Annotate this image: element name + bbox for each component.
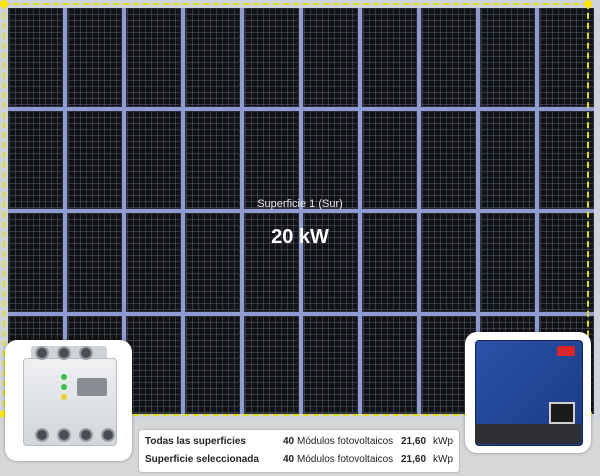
pv-module[interactable] [480,8,535,107]
summary-row-all: Todas las superficies 40 Módulos fotovol… [145,436,455,452]
surface-label: Superficie 1 (Sur) [257,198,343,210]
energy-meter-card[interactable] [5,340,132,461]
pv-module[interactable] [126,110,181,209]
pv-module[interactable] [303,110,358,209]
pv-module[interactable] [185,315,240,414]
summary-modules-label: Módulos fotovoltaicos [297,454,394,465]
summary-kwp-unit: kWp [433,454,453,465]
pv-module[interactable] [539,110,594,209]
pv-module[interactable] [8,8,63,107]
summary-modules-label: Módulos fotovoltaicos [297,436,394,447]
pv-module[interactable] [67,110,122,209]
solar-inverter-icon [465,332,591,453]
pv-module[interactable] [362,315,417,414]
summary-count: 40 [283,436,295,447]
pv-module[interactable] [303,315,358,414]
summary-name: Superficie seleccionada [145,454,259,465]
summary-table: Todas las superficies 40 Módulos fotovol… [139,430,459,472]
pv-module[interactable] [421,110,476,209]
inverter-card[interactable] [465,332,591,453]
pv-module[interactable] [244,315,299,414]
pv-module[interactable] [303,8,358,107]
pv-module[interactable] [480,110,535,209]
pv-module[interactable] [421,8,476,107]
pv-module[interactable] [362,8,417,107]
pv-module[interactable] [244,110,299,209]
summary-count: 40 [283,454,295,465]
summary-kwp-value: 21,60 [401,436,427,447]
summary-kwp-value: 21,60 [401,454,427,465]
pv-module[interactable] [362,110,417,209]
corner-handle[interactable] [0,0,8,8]
pv-module[interactable] [185,8,240,107]
pv-module[interactable] [185,110,240,209]
pv-module[interactable] [126,315,181,414]
energy-meter-icon [5,340,132,461]
pv-module[interactable] [8,110,63,209]
pv-module[interactable] [126,8,181,107]
summary-kwp-unit: kWp [433,436,453,447]
corner-handle[interactable] [584,0,592,8]
pv-module[interactable] [244,8,299,107]
pv-module[interactable] [539,8,594,107]
summary-row-selected: Superficie seleccionada 40 Módulos fotov… [145,454,455,470]
pv-module[interactable] [67,8,122,107]
summary-name: Todas las superficies [145,436,246,447]
surface-power: 20 kW [271,226,329,248]
